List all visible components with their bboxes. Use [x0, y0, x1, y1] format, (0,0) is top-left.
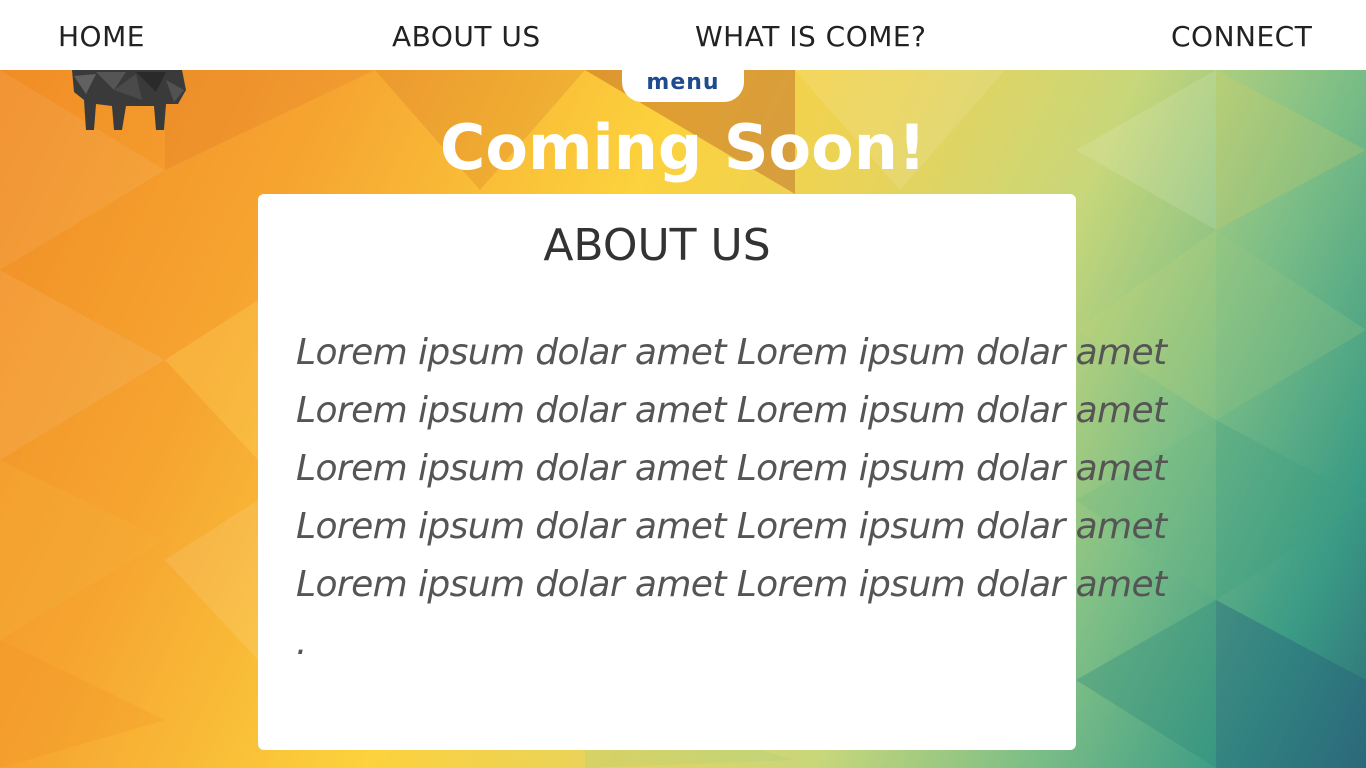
- nav-about-us-link[interactable]: ABOUT US: [392, 20, 541, 54]
- body-text-line: Lorem ipsum dolar amet Lorem ipsum dolar…: [296, 332, 1167, 373]
- nav-what-is-come-link[interactable]: WHAT IS COME?: [695, 20, 926, 54]
- about-us-heading: ABOUT US: [543, 220, 771, 271]
- menu-toggle-button[interactable]: menu: [622, 62, 744, 102]
- body-text-line: Lorem ipsum dolar amet Lorem ipsum dolar…: [296, 390, 1167, 431]
- nav-connect-link[interactable]: CONNECT: [1171, 20, 1312, 54]
- body-text-line: Lorem ipsum dolar amet Lorem ipsum dolar…: [296, 564, 1167, 605]
- top-navbar: HOME ABOUT US WHAT IS COME? CONNECT: [0, 0, 1366, 70]
- body-text-line: Lorem ipsum dolar amet Lorem ipsum dolar…: [296, 506, 1167, 547]
- about-us-card: ABOUT US Lorem ipsum dolar amet Lorem ip…: [258, 194, 1167, 750]
- body-text-line: .: [296, 622, 307, 663]
- menu-label: menu: [646, 70, 720, 95]
- coming-soon-heading: Coming Soon!: [439, 111, 927, 184]
- page: HOME ABOUT US WHAT IS COME? CONNECT menu…: [0, 0, 1366, 768]
- elephant-icon: [72, 70, 186, 130]
- about-us-body: Lorem ipsum dolar amet Lorem ipsum dolar…: [296, 324, 1167, 672]
- nav-home-link[interactable]: HOME: [58, 20, 145, 54]
- body-text-line: Lorem ipsum dolar amet Lorem ipsum dolar…: [296, 448, 1167, 489]
